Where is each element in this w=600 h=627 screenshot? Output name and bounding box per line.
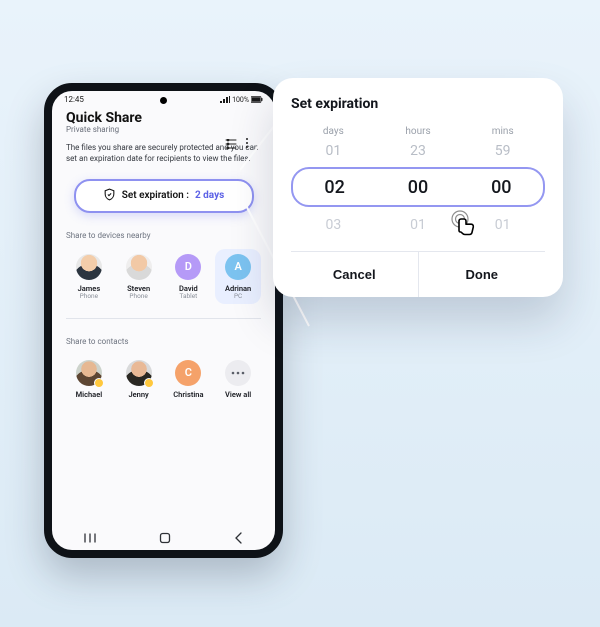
device-type: PC [216, 292, 260, 300]
device-card[interactable]: StevenPhone [116, 249, 162, 304]
phone-frame: 12:45 100% Quick Share Private sharing [44, 83, 283, 558]
picker-next-row[interactable]: 03 01 01 [291, 217, 545, 233]
contact-name: Michael [67, 390, 111, 399]
contact-avatar: C [175, 360, 201, 386]
picker-title: Set expiration [291, 96, 545, 112]
device-card[interactable]: JamesPhone [66, 249, 112, 304]
device-avatar [76, 254, 102, 280]
next-hours: 01 [376, 217, 461, 233]
contact-name: Jenny [117, 390, 161, 399]
picker-column-labels: days hours mins [291, 126, 545, 137]
picker-prev-row[interactable]: 01 23 59 [291, 143, 545, 159]
device-type: Phone [67, 292, 111, 300]
prev-hours: 23 [376, 143, 461, 159]
device-card[interactable]: AAdrinanPC [215, 249, 261, 304]
more-vertical-icon[interactable] [245, 134, 249, 153]
battery-text: 100% [232, 96, 249, 104]
curr-hours: 00 [376, 177, 459, 198]
view-all-button[interactable]: View all [215, 355, 261, 403]
expiration-label: Set expiration : [122, 190, 189, 201]
dots-icon [225, 360, 251, 386]
curr-days: 02 [293, 177, 376, 198]
nav-home-icon[interactable] [158, 531, 172, 545]
page-subtitle: Private sharing [66, 125, 261, 134]
camera-hole [160, 97, 167, 104]
page-title: Quick Share [66, 110, 261, 126]
expiration-picker-panel: Set expiration days hours mins 01 23 59 … [273, 78, 563, 297]
nav-recents-icon[interactable] [83, 532, 97, 544]
device-card[interactable]: DDavidTablet [166, 249, 212, 304]
picker-selected-row[interactable]: 02 00 00 [291, 167, 545, 207]
device-type: Tablet [167, 292, 211, 300]
next-mins: 01 [460, 217, 545, 233]
status-time: 12:45 [64, 95, 84, 104]
contact-name: View all [216, 390, 260, 399]
expiration-value: 2 days [195, 190, 224, 201]
next-days: 03 [291, 217, 376, 233]
device-type: Phone [117, 292, 161, 300]
section-nearby-label: Share to devices nearby [66, 231, 261, 240]
label-mins: mins [460, 126, 545, 137]
device-avatar: D [175, 254, 201, 280]
device-avatar [126, 254, 152, 280]
set-expiration-button[interactable]: Set expiration : 2 days [74, 179, 254, 213]
label-days: days [291, 126, 376, 137]
contact-card[interactable]: Michael [66, 355, 112, 403]
signal-icon [220, 96, 230, 103]
nav-bar [52, 531, 275, 545]
list-filter-icon[interactable] [225, 134, 237, 153]
curr-mins: 00 [460, 177, 543, 198]
section-contacts-label: Share to contacts [66, 337, 261, 346]
battery-icon [251, 96, 263, 103]
contact-avatar [76, 360, 102, 386]
device-avatar: A [225, 254, 251, 280]
contact-avatar [126, 360, 152, 386]
label-hours: hours [376, 126, 461, 137]
shield-icon [103, 186, 116, 205]
divider [66, 318, 261, 319]
done-button[interactable]: Done [419, 252, 546, 297]
nav-back-icon[interactable] [234, 532, 244, 544]
contact-card[interactable]: Jenny [116, 355, 162, 403]
prev-days: 01 [291, 143, 376, 159]
prev-mins: 59 [460, 143, 545, 159]
cancel-button[interactable]: Cancel [291, 252, 419, 297]
contact-card[interactable]: C Christina [166, 355, 212, 403]
contact-name: Christina [167, 390, 211, 399]
